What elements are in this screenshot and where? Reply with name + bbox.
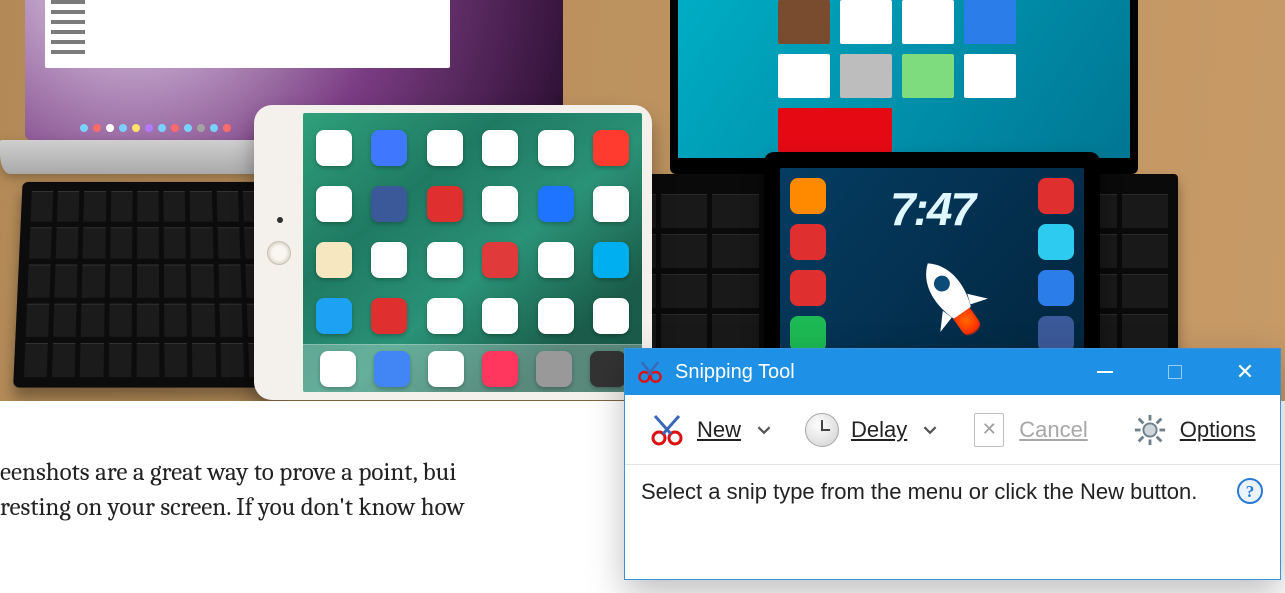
chevron-down-icon	[923, 423, 937, 437]
close-button[interactable]: ✕	[1210, 349, 1280, 395]
android-right-apps	[1038, 178, 1074, 352]
snipping-tool-window: Snipping Tool ✕ New Delay	[624, 348, 1281, 580]
article-line-2: resting on your screen. If you don't kno…	[0, 493, 465, 522]
minimize-icon	[1097, 371, 1113, 373]
laptop-keyboard	[13, 182, 283, 388]
ipad-screen	[303, 113, 642, 392]
titlebar[interactable]: Snipping Tool ✕	[625, 349, 1280, 395]
ipad-home-button	[267, 241, 291, 265]
gear-icon	[1132, 412, 1168, 448]
cancel-button-label: Cancel	[1019, 417, 1087, 443]
new-button-label: New	[697, 417, 741, 443]
minimize-button[interactable]	[1070, 349, 1140, 395]
svg-text:?: ?	[1246, 482, 1255, 501]
article-hero-image: 16	[0, 0, 1285, 401]
android-left-apps	[790, 178, 826, 352]
android-clock: 7:47	[890, 186, 974, 232]
options-button[interactable]: Options	[1122, 405, 1266, 455]
laptop-window	[45, 0, 450, 68]
chevron-down-icon	[757, 423, 771, 437]
scissors-icon	[649, 412, 685, 448]
ipad	[254, 105, 652, 400]
status-text: Select a snip type from the menu or clic…	[641, 479, 1264, 505]
maximize-icon	[1168, 365, 1182, 379]
delay-dropdown[interactable]	[923, 417, 937, 443]
toolbar: New Delay Cancel	[625, 395, 1280, 465]
new-dropdown[interactable]	[757, 417, 771, 443]
window-title: Snipping Tool	[675, 361, 795, 384]
rocket-icon	[890, 236, 1013, 354]
clock-icon	[805, 413, 839, 447]
cancel-button: Cancel	[961, 405, 1097, 455]
close-icon: ✕	[1236, 361, 1254, 383]
help-icon: ?	[1236, 477, 1264, 505]
ipad-camera	[277, 217, 283, 223]
android-tablet: 7:47	[764, 152, 1100, 370]
cancel-icon	[971, 412, 1007, 448]
article-body: eenshots are a great way to prove a poin…	[0, 455, 660, 525]
ipad-dock	[303, 344, 642, 392]
article-line-1: eenshots are a great way to prove a poin…	[0, 458, 456, 487]
snipping-tool-app-icon	[637, 359, 663, 385]
start-tiles: 16	[778, 0, 1100, 150]
windows-tablet: 16	[670, 0, 1138, 174]
delay-button[interactable]: Delay	[795, 405, 917, 455]
help-button[interactable]: ?	[1236, 477, 1264, 505]
options-button-label: Options	[1180, 417, 1256, 443]
new-button[interactable]: New	[639, 405, 751, 455]
delay-button-label: Delay	[851, 417, 907, 443]
maximize-button[interactable]	[1140, 349, 1210, 395]
